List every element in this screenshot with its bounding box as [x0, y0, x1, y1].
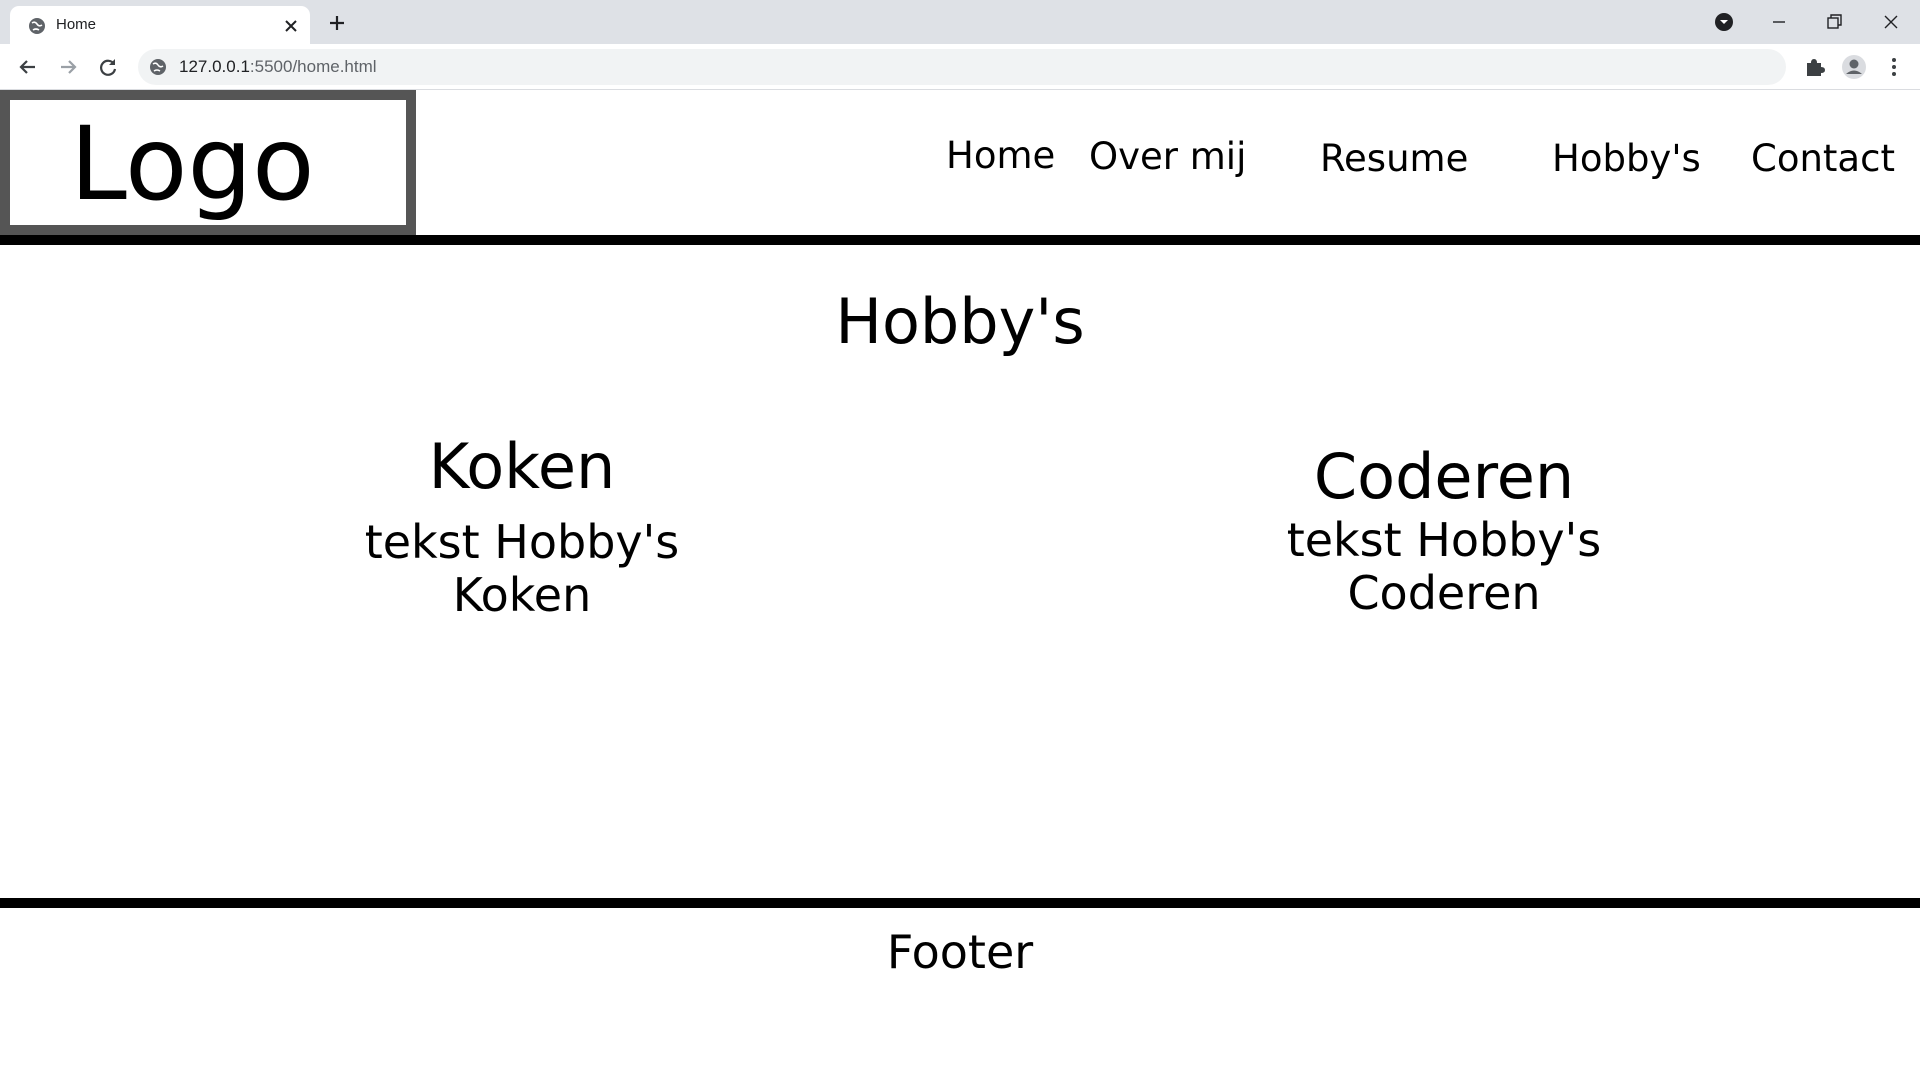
footer-text: Footer	[886, 925, 1034, 979]
nav-link-home[interactable]: Home	[946, 134, 1055, 177]
url-host: 127.0.0.1	[179, 57, 250, 76]
forward-arrow-icon[interactable]	[54, 53, 82, 81]
hobby-title: Coderen	[1313, 440, 1575, 513]
url-text[interactable]: 127.0.0.1:5500/home.html	[179, 57, 377, 77]
extensions-puzzle-icon[interactable]	[1800, 53, 1828, 81]
site-header: Logo Home Over mij Resume Hobby's Contac…	[0, 90, 1920, 235]
page-viewport: Logo Home Over mij Resume Hobby's Contac…	[0, 90, 1920, 1080]
hobby-text-line: Coderen	[1347, 566, 1541, 621]
minimize-icon[interactable]	[1765, 8, 1793, 36]
restore-icon[interactable]	[1820, 8, 1848, 36]
tab-search-icon[interactable]	[1710, 8, 1738, 36]
menu-kebab-icon[interactable]	[1880, 53, 1908, 81]
browser-tab-bar: Home	[0, 0, 1920, 44]
hobby-text-line: Koken	[452, 568, 592, 623]
hobby-text-line: tekst Hobby's	[1286, 513, 1602, 568]
profile-avatar-icon[interactable]	[1840, 53, 1868, 81]
close-icon[interactable]	[282, 17, 300, 35]
tab-title: Home	[56, 16, 97, 33]
browser-tab-home[interactable]: Home	[10, 6, 310, 44]
nav-link-contact[interactable]: Contact	[1751, 137, 1895, 180]
logo-box[interactable]: Logo	[0, 90, 416, 235]
plus-icon[interactable]	[325, 11, 349, 35]
window-close-icon[interactable]	[1877, 8, 1905, 36]
browser-toolbar: 127.0.0.1:5500/home.html	[0, 44, 1920, 90]
nav-link-resume[interactable]: Resume	[1320, 137, 1468, 180]
page-title: Hobby's	[835, 285, 1085, 358]
hobby-card-koken: Koken tekst Hobby's Koken	[262, 430, 782, 622]
globe-icon	[29, 18, 45, 34]
hobby-card-coderen: Coderen tekst Hobby's Coderen	[1184, 440, 1704, 620]
nav-link-hobbys[interactable]: Hobby's	[1552, 137, 1701, 180]
reload-icon[interactable]	[94, 53, 122, 81]
nav-link-over-mij[interactable]: Over mij	[1089, 135, 1246, 178]
address-bar[interactable]: 127.0.0.1:5500/home.html	[138, 49, 1786, 85]
back-arrow-icon[interactable]	[14, 53, 42, 81]
site-info-icon[interactable]	[148, 57, 168, 77]
header-divider	[0, 235, 1920, 245]
footer-divider	[0, 898, 1920, 908]
hobby-title: Koken	[428, 430, 616, 503]
logo-text: Logo	[70, 105, 315, 224]
url-path: :5500/home.html	[249, 57, 377, 76]
hobby-text-line: tekst Hobby's	[364, 515, 680, 570]
